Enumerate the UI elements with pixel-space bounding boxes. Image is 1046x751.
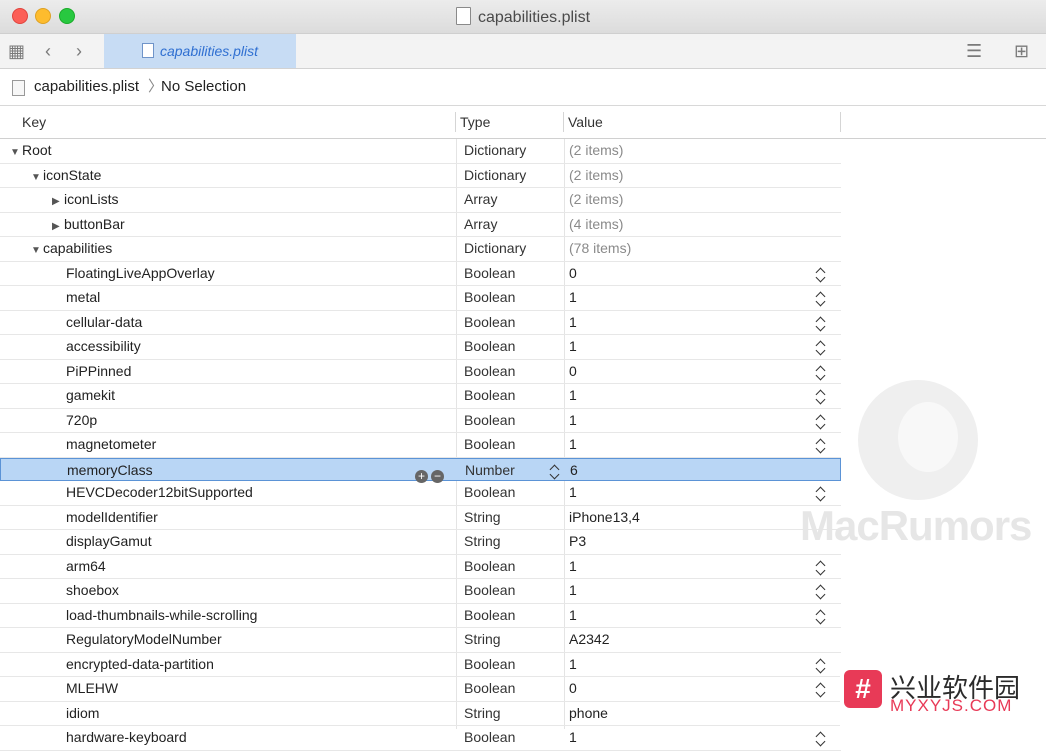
toolbar: ▦ ‹ › capabilities.plist ☰ ⊞: [0, 34, 1046, 69]
value-stepper[interactable]: [815, 290, 827, 306]
window-title: capabilities.plist: [0, 7, 1046, 27]
breadcrumb-file[interactable]: capabilities.plist: [34, 69, 139, 105]
table-row[interactable]: idiom String phone: [0, 702, 841, 726]
table-row[interactable]: ▼ capabilities Dictionary (78 items): [0, 237, 841, 262]
title-bar: capabilities.plist: [0, 0, 1046, 34]
table-row[interactable]: magnetometer Boolean 1: [0, 433, 841, 458]
value-stepper[interactable]: [815, 583, 827, 599]
disclosure-open-icon[interactable]: ▼: [31, 239, 43, 262]
table-row[interactable]: MLEHW Boolean 0: [0, 677, 841, 702]
table-row[interactable]: load-thumbnails-while-scrolling Boolean …: [0, 604, 841, 628]
value-edit-field[interactable]: 6: [570, 459, 578, 482]
column-divider[interactable]: [455, 112, 456, 132]
table-row[interactable]: encrypted-data-partition Boolean 1: [0, 653, 841, 677]
document-icon: [455, 7, 471, 25]
table-row[interactable]: arm64 Boolean 1: [0, 555, 841, 579]
site-logo: # 兴业软件园 MYXYJS.COM: [840, 656, 1046, 729]
disclosure-open-icon[interactable]: ▼: [31, 166, 43, 189]
table-row[interactable]: displayGamut String P3: [0, 530, 841, 555]
document-icon: [141, 43, 154, 58]
table-row[interactable]: cellular-data Boolean 1: [0, 311, 841, 335]
column-value[interactable]: Value: [568, 106, 603, 138]
table-row[interactable]: modelIdentifier String iPhone13,4: [0, 506, 841, 530]
table-row[interactable]: ▼ Root Dictionary (2 items): [0, 139, 841, 164]
grid-icon[interactable]: ▦: [8, 40, 25, 62]
macrumors-watermark: MacRumors: [800, 380, 1040, 550]
table-row[interactable]: metal Boolean 1: [0, 286, 841, 311]
type-stepper[interactable]: [549, 463, 561, 479]
table-row[interactable]: 720p Boolean 1: [0, 409, 841, 433]
value-stepper[interactable]: [815, 657, 827, 673]
value-stepper[interactable]: [815, 608, 827, 624]
table-row[interactable]: ▶ buttonBar Array (4 items): [0, 213, 841, 238]
disclosure-open-icon[interactable]: ▼: [10, 141, 22, 164]
table-row[interactable]: accessibility Boolean 1: [0, 335, 841, 360]
chevron-right-icon[interactable]: ›: [76, 40, 82, 62]
value-stepper[interactable]: [815, 681, 827, 697]
chevron-left-icon[interactable]: ‹: [45, 40, 51, 62]
hash-logo-icon: #: [844, 670, 882, 708]
value-stepper[interactable]: [815, 339, 827, 355]
table-row[interactable]: ▶ iconLists Array (2 items): [0, 188, 841, 213]
value-stepper[interactable]: [815, 364, 827, 380]
column-divider[interactable]: [563, 112, 564, 132]
split-view-icon[interactable]: ⊞: [1014, 40, 1029, 62]
disclosure-closed-icon[interactable]: ▶: [52, 190, 64, 213]
value-stepper[interactable]: [815, 559, 827, 575]
table-row[interactable]: FloatingLiveAppOverlay Boolean 0: [0, 262, 841, 286]
column-header: Key Type Value: [0, 106, 1046, 139]
table-row-selected[interactable]: memoryClass + − Number 6: [0, 457, 841, 483]
lines-icon[interactable]: ☰: [966, 40, 982, 62]
column-key[interactable]: Key: [22, 106, 46, 138]
value-stepper[interactable]: [815, 266, 827, 282]
document-icon: [12, 80, 25, 96]
disclosure-closed-icon[interactable]: ▶: [52, 215, 64, 238]
table-row[interactable]: ▼ iconState Dictionary (2 items): [0, 164, 841, 189]
table-row[interactable]: RegulatoryModelNumber String A2342: [0, 628, 841, 653]
apple-logo-icon: [858, 380, 978, 500]
jump-bar: capabilities.plist 〉 No Selection: [0, 69, 1046, 106]
breadcrumb-selection[interactable]: No Selection: [161, 69, 246, 105]
table-row[interactable]: hardware-keyboard Boolean 1: [0, 726, 841, 751]
value-stepper[interactable]: [815, 315, 827, 331]
column-divider[interactable]: [840, 112, 841, 132]
tab-capabilities-plist[interactable]: capabilities.plist: [104, 34, 296, 68]
column-type[interactable]: Type: [460, 106, 490, 138]
plist-rows: ▼ Root Dictionary (2 items) ▼ iconState Di…: [0, 139, 841, 751]
table-row[interactable]: gamekit Boolean 1: [0, 384, 841, 409]
table-row[interactable]: shoebox Boolean 1: [0, 579, 841, 604]
value-stepper[interactable]: [815, 730, 827, 746]
table-row[interactable]: PiPPinned Boolean 0: [0, 360, 841, 384]
table-row[interactable]: HEVCDecoder12bitSupported Boolean 1: [0, 481, 841, 506]
